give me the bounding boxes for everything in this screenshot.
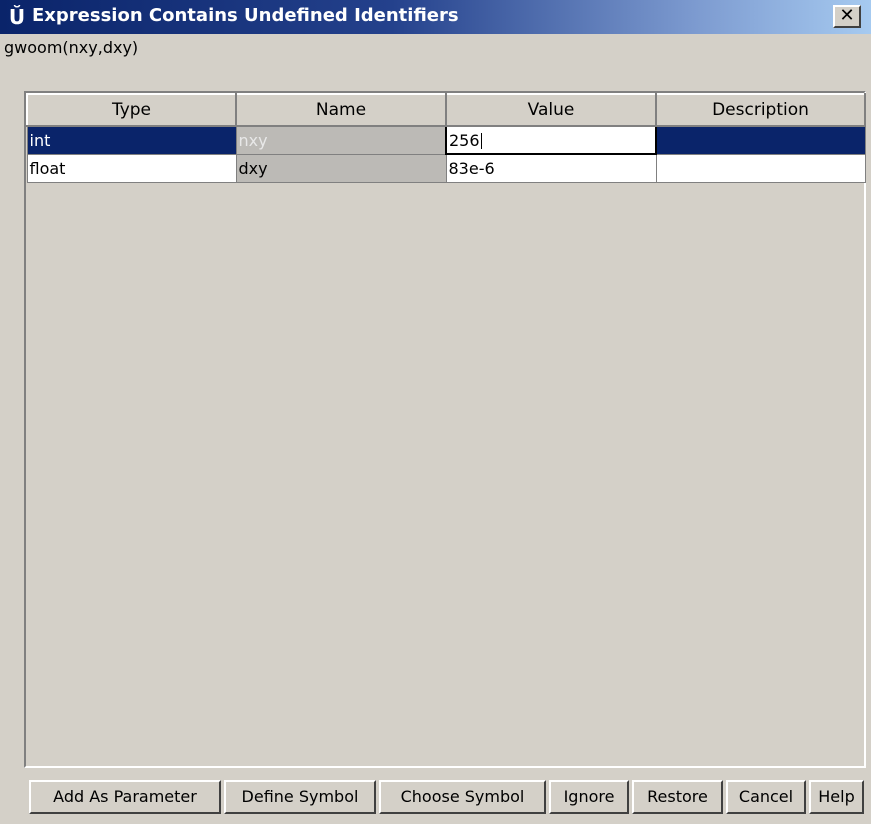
app-logo-icon: Ŭ [8,5,26,29]
restore-button[interactable]: Restore [632,780,723,814]
column-header-type[interactable]: Type [26,93,237,127]
table-header-row: Type Name Value Description [26,93,866,127]
column-header-description[interactable]: Description [655,93,866,127]
button-bar: Add As Parameter Define Symbol Choose Sy… [0,780,871,818]
expression-label: gwoom(nxy,dxy) [4,38,139,57]
window-title: Expression Contains Undefined Identifier… [32,5,459,26]
cell-type[interactable]: float [26,153,237,183]
title-bar: Ŭ Expression Contains Undefined Identifi… [0,0,871,34]
cell-name[interactable]: nxy [235,125,447,155]
ignore-button[interactable]: Ignore [549,780,629,814]
cell-value[interactable]: 83e-6 [445,153,657,183]
cell-description[interactable] [655,125,866,155]
identifiers-table: Type Name Value Description int nxy 256 … [24,91,866,768]
choose-symbol-button[interactable]: Choose Symbol [379,780,546,814]
close-icon: ✕ [839,5,855,26]
define-symbol-button[interactable]: Define Symbol [224,780,376,814]
column-header-value[interactable]: Value [445,93,657,127]
text-caret [480,133,482,149]
cancel-button[interactable]: Cancel [726,780,806,814]
cell-description[interactable] [655,153,866,183]
table-row[interactable]: int nxy 256 [26,125,866,155]
cell-value-editor[interactable]: 256 [445,125,657,155]
cell-type[interactable]: int [26,125,237,155]
close-button[interactable]: ✕ [833,5,861,28]
cell-name[interactable]: dxy [235,153,447,183]
cell-value-text: 256 [449,130,480,150]
help-button[interactable]: Help [809,780,864,814]
add-as-parameter-button[interactable]: Add As Parameter [29,780,221,814]
table-row[interactable]: float dxy 83e-6 [26,153,866,183]
column-header-name[interactable]: Name [235,93,447,127]
